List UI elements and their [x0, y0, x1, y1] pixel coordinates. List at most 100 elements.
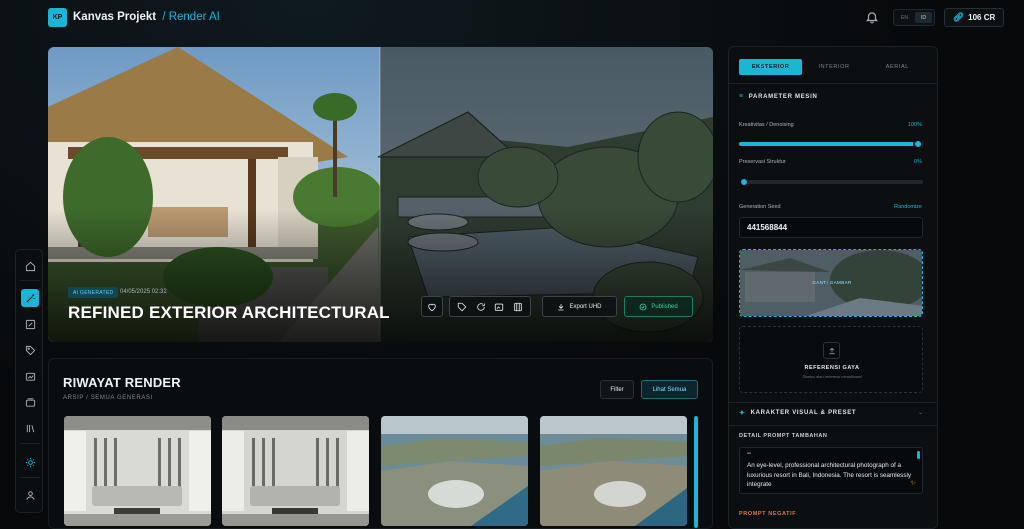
interior-render-image: [64, 416, 211, 526]
source-image-dropzone[interactable]: GANTI GAMBAR: [739, 249, 923, 317]
prompt-quote: "": [747, 453, 752, 459]
filter-button[interactable]: Filter: [600, 380, 634, 399]
app-name: Kanvas Projekt: [73, 11, 157, 23]
slider-fill: [739, 142, 923, 146]
sparkle-icon: ✦: [739, 410, 746, 417]
aerial-render-image: [540, 416, 687, 526]
settings-panel: EKSTERIOR INTERIOR AERIAL ≡ PARAMETER ME…: [728, 46, 938, 529]
history-thumbnail[interactable]: [222, 416, 369, 526]
sliders-icon: ≡: [739, 93, 744, 100]
top-bar: KP Kanvas Projekt / Render AI EN ID 🔗︎ 1…: [0, 0, 1024, 36]
prompt-text: An eye-level, professional architectural…: [747, 462, 912, 488]
lang-en[interactable]: EN: [896, 12, 913, 23]
slider-handle[interactable]: [913, 139, 923, 149]
tag-tool-button[interactable]: [456, 300, 469, 313]
edit-icon[interactable]: [21, 315, 39, 333]
prompt-label: DETAIL PROMPT TAMBAHAN: [739, 433, 828, 439]
export-uhd-button[interactable]: Export UHD: [542, 296, 617, 317]
tag-icon: [458, 302, 467, 311]
tag-icon[interactable]: [21, 341, 39, 359]
export-label: Export UHD: [569, 303, 602, 310]
history-thumbnail[interactable]: [381, 416, 528, 526]
credits-badge[interactable]: 🔗︎ 106 CR: [944, 8, 1004, 27]
image-edit-icon[interactable]: [21, 367, 39, 385]
home-icon[interactable]: [21, 257, 39, 275]
interior-render-image: [222, 416, 369, 526]
image-edit-icon: [495, 303, 504, 311]
slider-handle[interactable]: [739, 177, 749, 187]
negative-prompt-label: PROMPT NEGATIF: [739, 511, 797, 517]
rail-divider: [20, 443, 40, 444]
engine-params-label: PARAMETER MESIN: [748, 93, 818, 100]
film-icon: [514, 302, 522, 311]
render-preview[interactable]: AI GENERATED 04/05/2025 02:32 REFINED EX…: [48, 47, 713, 342]
render-timestamp: 04/05/2025 02:32: [120, 289, 167, 295]
tab-exterior[interactable]: EKSTERIOR: [739, 59, 803, 75]
published-label: Published: [651, 303, 678, 310]
seed-input[interactable]: 441568844: [739, 217, 923, 238]
replace-image-label[interactable]: GANTI GAMBAR: [800, 280, 864, 285]
section-divider: [729, 425, 937, 426]
favorite-button[interactable]: [421, 296, 443, 317]
download-icon: [558, 303, 565, 310]
visual-preset-label: KARAKTER VISUAL & PRESET: [750, 410, 857, 416]
magic-enhance-icon[interactable]: ✨︎: [910, 480, 916, 488]
credits-value: 106 CR: [968, 13, 996, 22]
app-logo[interactable]: KP: [48, 8, 67, 27]
refresh-icon: [477, 302, 485, 311]
left-sidebar: [15, 249, 43, 513]
structure-value: 0%: [914, 159, 922, 165]
engine-params-heading: ≡ PARAMETER MESIN: [739, 93, 818, 100]
tab-interior[interactable]: INTERIOR: [802, 59, 865, 75]
rail-divider: [20, 280, 40, 281]
image-tools: [449, 296, 531, 317]
history-thumbnail[interactable]: [540, 416, 687, 526]
mode-tabs: EKSTERIOR INTERIOR AERIAL: [739, 59, 929, 75]
creativity-slider[interactable]: [739, 139, 923, 149]
sun-icon[interactable]: [21, 453, 39, 471]
visual-preset-heading[interactable]: ✦ KARAKTER VISUAL & PRESET: [739, 409, 856, 417]
rail-divider: [20, 477, 40, 478]
render-title: REFINED EXTERIOR ARCHITECTURAL: [68, 303, 390, 322]
creativity-value: 100%: [907, 122, 922, 128]
library-icon[interactable]: [21, 419, 39, 437]
compare-button[interactable]: [511, 300, 524, 313]
check-circle-icon: [639, 303, 647, 310]
structure-label: Preservasi Struktur: [739, 159, 786, 165]
chevron-down-icon[interactable]: ⌄: [918, 409, 923, 416]
history-scrollbar[interactable]: [694, 416, 698, 528]
see-all-button[interactable]: Lihat Semua: [641, 380, 698, 399]
lang-id[interactable]: ID: [915, 12, 932, 23]
aerial-render-image: [381, 416, 528, 526]
layers-icon[interactable]: [21, 393, 39, 411]
magic-wand-icon[interactable]: [21, 289, 39, 307]
style-reference-dropzone[interactable]: REFERENSI GAYA Sketsa atau referensi moo…: [739, 326, 923, 393]
prompt-textarea[interactable]: "" An eye-level, professional architectu…: [739, 447, 923, 494]
tabs-divider: [729, 83, 937, 84]
style-reference-title: REFERENSI GAYA: [804, 365, 860, 371]
upload-icon: [823, 342, 840, 359]
published-button[interactable]: Published: [624, 296, 693, 317]
heart-icon: [428, 303, 436, 311]
user-icon[interactable]: [21, 486, 39, 504]
regenerate-button[interactable]: [474, 300, 487, 313]
seed-label: Generation Seed: [739, 204, 781, 210]
randomize-seed-button[interactable]: Randomize: [894, 204, 922, 210]
link-icon: 🔗︎: [952, 12, 965, 22]
section-divider: [729, 402, 937, 403]
creativity-label: Kreativitas / Denoising: [739, 122, 794, 128]
structure-slider[interactable]: [739, 177, 923, 187]
bell-icon[interactable]: [865, 10, 879, 24]
history-thumbnail[interactable]: [64, 416, 211, 526]
history-title: RIWAYAT RENDER: [63, 375, 181, 390]
ai-generated-badge: AI GENERATED: [68, 287, 119, 298]
tab-aerial[interactable]: AERIAL: [866, 59, 929, 75]
app-root: KP Kanvas Projekt / Render AI EN ID 🔗︎ 1…: [0, 0, 1024, 529]
history-subtitle: ARSIP / SEMUA GENERASI: [63, 395, 153, 401]
render-history: RIWAYAT RENDER ARSIP / SEMUA GENERASI Fi…: [48, 358, 713, 529]
style-reference-hint: Sketsa atau referensi moodboard: [802, 374, 862, 379]
section-breadcrumb: / Render AI: [162, 11, 220, 23]
edit-image-button[interactable]: [493, 300, 506, 313]
prompt-scrollbar[interactable]: [917, 451, 920, 459]
language-toggle[interactable]: EN ID: [893, 9, 935, 26]
